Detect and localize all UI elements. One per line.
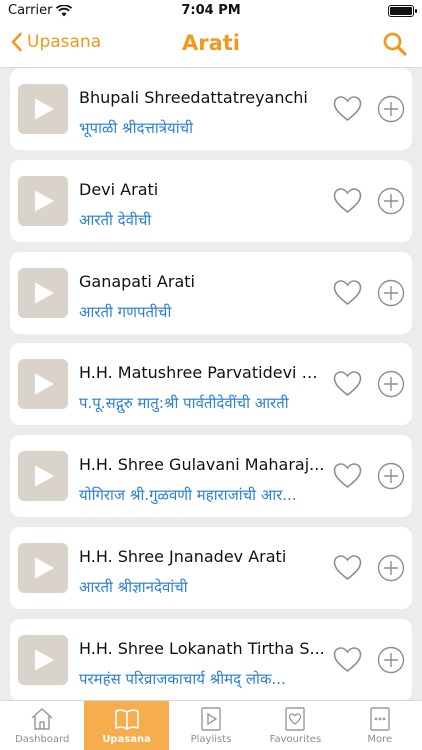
navigation-bar: Upasana Arati [0,22,422,68]
item-subtitle: आरती श्रीज्ञानदेवांची [79,578,188,596]
plus-circle-icon [377,187,405,215]
heart-icon [333,555,362,581]
item-subtitle: आरती देवीची [79,211,152,229]
plus-circle-icon [377,462,405,490]
thumbnail-image[interactable] [18,176,68,226]
tab-label: Playlists [190,734,232,745]
list-item[interactable]: H.H. Matushree Parvatidevi A... प.पू.सद्ग… [10,343,412,425]
status-bar: Carrier 7:04 PM [0,0,422,22]
item-subtitle: भूपाळी श्रीदत्तात्रेयांची [79,119,193,137]
list-item[interactable]: H.H. Shree Lokanath Tirtha S... परमहंस पर… [10,619,412,700]
tab-label: Dashboard [15,734,70,745]
tab-label: More [367,734,393,745]
status-time: 7:04 PM [181,3,241,18]
play-icon [35,282,54,304]
thumbnail-image[interactable] [18,359,68,409]
favourites-icon [285,707,306,731]
plus-circle-icon [377,370,405,398]
item-title: H.H. Shree Jnanadev Arati [79,547,287,566]
favourite-button[interactable] [332,645,363,678]
heart-icon [333,96,362,122]
home-icon [31,708,53,730]
heart-icon [333,188,362,214]
list-item[interactable]: Devi Arati आरती देवीची [10,160,412,242]
add-to-playlist-button[interactable] [377,462,405,494]
more-icon [370,707,390,731]
tab-playlists[interactable]: Playlists [169,701,253,750]
item-title: Ganapati Arati [79,272,195,291]
thumbnail-image[interactable] [18,84,68,134]
list-item[interactable]: H.H. Shree Jnanadev Arati आरती श्रीज्ञानद… [10,527,412,609]
tab-more[interactable]: More [338,701,422,750]
tab-dashboard[interactable]: Dashboard [0,701,84,750]
plus-circle-icon [377,554,405,582]
search-button[interactable] [382,31,408,61]
plus-circle-icon [377,95,405,123]
tab-bar: Dashboard Upasana Playlists Favourites More [0,700,422,750]
search-icon [383,32,407,56]
tab-label: Upasana [102,734,151,745]
favourite-button[interactable] [332,278,363,311]
thumbnail-image[interactable] [18,543,68,593]
add-to-playlist-button[interactable] [377,279,405,311]
favourite-button[interactable] [332,369,363,402]
list-item[interactable]: Ganapati Arati आरती गणपतीची [10,252,412,334]
favourite-button[interactable] [332,553,363,586]
favourite-button[interactable] [332,461,363,494]
favourite-button[interactable] [332,186,363,219]
item-subtitle: प.पू.सद्गुरु मातु:श्री पार्वतीदेवींची आर… [79,394,289,412]
item-title: H.H. Shree Lokanath Tirtha S... [79,639,325,658]
item-title: Bhupali Shreedattatreyanchi [79,88,308,107]
thumbnail-image[interactable] [18,635,68,685]
item-title: H.H. Shree Gulavani Maharaj... [79,455,325,474]
play-icon [35,557,54,579]
item-subtitle: परमहंस परिव्राजकाचार्य श्रीमद् लोक... [79,670,286,688]
thumbnail-image[interactable] [18,451,68,501]
list-item[interactable]: Bhupali Shreedattatreyanchi भूपाळी श्रीदत… [10,68,412,150]
heart-icon [333,647,362,673]
battery-icon [388,5,417,17]
add-to-playlist-button[interactable] [377,646,405,678]
heart-icon [333,280,362,306]
favourite-button[interactable] [332,94,363,127]
playlist-icon [201,707,221,731]
thumbnail-image[interactable] [18,268,68,318]
play-icon [35,465,54,487]
tab-upasana[interactable]: Upasana [84,701,169,750]
add-to-playlist-button[interactable] [377,370,405,402]
play-icon [35,98,54,120]
play-icon [35,649,54,671]
list-item[interactable]: H.H. Shree Gulavani Maharaj... योगिराज श्… [10,435,412,517]
item-title: Devi Arati [79,180,159,199]
tab-favourites[interactable]: Favourites [253,701,337,750]
book-icon [114,709,139,730]
heart-icon [333,371,362,397]
add-to-playlist-button[interactable] [377,95,405,127]
heart-icon [333,463,362,489]
tab-label: Favourites [269,734,322,745]
item-subtitle: आरती गणपतीची [79,303,172,321]
play-icon [35,373,54,395]
item-title: H.H. Matushree Parvatidevi A... [79,363,327,382]
plus-circle-icon [377,646,405,674]
add-to-playlist-button[interactable] [377,554,405,586]
arati-list[interactable]: Bhupali Shreedattatreyanchi भूपाळी श्रीदत… [0,68,422,700]
play-icon [35,190,54,212]
item-subtitle: योगिराज श्री.गुळवणी महाराजांची आर... [79,486,297,504]
plus-circle-icon [377,279,405,307]
page-title: Arati [181,31,241,55]
add-to-playlist-button[interactable] [377,187,405,219]
